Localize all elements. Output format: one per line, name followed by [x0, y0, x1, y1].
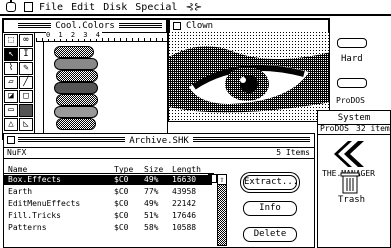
system-volume-name: ProDOS: [320, 124, 349, 133]
cell-length: 17646: [172, 211, 197, 220]
cell-size: 58%: [144, 223, 159, 232]
cell-name: Box.Effects: [8, 175, 61, 184]
arrow-tool-icon[interactable]: ↖: [4, 48, 18, 61]
polygon-tool-icon[interactable]: ◺: [19, 118, 33, 131]
cell-type: $C0: [114, 187, 129, 196]
table-row[interactable]: Box.Effects $C0 49% 16630: [4, 175, 212, 185]
menu-bar: File Edit Disk Special ⊰⊱: [0, 0, 391, 16]
delete-button[interactable]: Delete: [243, 227, 297, 242]
cell-length: 10588: [172, 223, 197, 232]
cell-size: 51%: [144, 211, 159, 220]
rect-tool-icon[interactable]: □: [19, 90, 33, 103]
table-row[interactable]: EditMenuEffects $C0 49% 22142: [4, 199, 212, 209]
horizontal-ruler: 0 1 2 3 4: [36, 31, 167, 42]
menu-disk[interactable]: Disk: [103, 2, 127, 13]
cell-name: Patterns: [8, 223, 47, 232]
system-title: System: [333, 112, 375, 123]
apple-menu-icon[interactable]: [6, 0, 16, 12]
close-box[interactable]: [173, 22, 181, 30]
brush-tool-icon[interactable]: ⌇: [4, 62, 18, 75]
cell-size: 49%: [144, 175, 159, 184]
system-info-bar: ProDOS 32 item: [318, 124, 390, 135]
cool-colors-titlebar[interactable]: Cool.Colors: [3, 19, 167, 33]
cell-length: 43958: [172, 187, 197, 196]
vertical-ruler: [36, 42, 44, 139]
system-titlebar[interactable]: System: [318, 111, 390, 125]
archive-item-count: 5 Items: [276, 148, 310, 157]
info-button[interactable]: Info: [243, 201, 297, 216]
archive-close-box[interactable]: [7, 136, 15, 144]
trash-label: Trash: [338, 195, 366, 205]
archive-titlebar[interactable]: Archive.SHK: [4, 134, 314, 148]
triangle-tool-icon[interactable]: △: [4, 118, 18, 131]
cell-name: Fill.Tricks: [8, 211, 61, 220]
clown-eye-picture: [169, 32, 329, 121]
trash-icon[interactable]: [340, 171, 360, 195]
paint-toolbox: ⬚ ∞ ↖ I ⌇ ✎ ▱ ╱ ◪ □ ▭ △ ◺: [3, 32, 35, 140]
system-item-count: 32 item: [356, 124, 390, 133]
menu-special[interactable]: Special: [135, 2, 177, 13]
cell-size: 77%: [144, 187, 159, 196]
selection-tool-icon[interactable]: ⬚: [4, 34, 18, 47]
archive-window: Archive.SHK NuFX 5 Items Name Type Size …: [3, 133, 315, 248]
color-swatch-stack: [54, 46, 114, 136]
prodos-disk-icon[interactable]: [337, 78, 367, 88]
line-tool-icon[interactable]: ╱: [19, 76, 33, 89]
cell-type: $C0: [114, 211, 129, 220]
eraser-tool-icon[interactable]: ▱: [4, 76, 18, 89]
cell-length: 22142: [172, 199, 197, 208]
extract-button[interactable]: Extract...: [243, 175, 298, 190]
menu-edit[interactable]: Edit: [71, 2, 95, 13]
cool-colors-title: Cool.Colors: [51, 21, 119, 31]
table-row[interactable]: Fill.Tricks $C0 51% 17646: [4, 211, 212, 221]
cell-type: $C0: [114, 175, 129, 184]
list-icon[interactable]: [208, 174, 217, 183]
menu-file[interactable]: File: [39, 2, 63, 13]
clown-window: Clown: [168, 18, 330, 122]
filled-rect-tool-icon[interactable]: [19, 104, 33, 117]
screen-tool-icon[interactable]: ▭: [4, 104, 18, 117]
cell-length: 16630: [172, 175, 197, 184]
cell-type: $C0: [114, 223, 129, 232]
cell-name: EditMenuEffects: [8, 199, 81, 208]
table-row[interactable]: Earth $C0 77% 43958: [4, 187, 212, 197]
hard-disk-icon[interactable]: [337, 38, 367, 48]
archive-format: NuFX: [7, 148, 27, 157]
cell-type: $C0: [114, 199, 129, 208]
scroll-up-arrow-icon[interactable]: ⇧: [218, 175, 226, 185]
clown-title: Clown: [182, 21, 218, 31]
the-manager-app-icon[interactable]: [330, 139, 370, 169]
table-row[interactable]: Patterns $C0 58% 10588: [4, 223, 212, 233]
menu-doc-icon[interactable]: [24, 2, 33, 12]
pencil-tool-icon[interactable]: ✎: [19, 62, 33, 75]
text-tool-icon[interactable]: I: [19, 48, 33, 61]
hard-disk-label: Hard: [341, 54, 363, 64]
archive-info-bar: NuFX 5 Items: [4, 147, 314, 159]
nda-menu-icon[interactable]: ⊰⊱: [185, 2, 202, 13]
cool-colors-canvas[interactable]: 0 1 2 3 4: [36, 31, 167, 139]
list-scrollbar[interactable]: ⇧: [217, 174, 227, 246]
cool-colors-window: Cool.Colors ⬚ ∞ ↖ I ⌇ ✎ ▱ ╱ ◪ □ ▭ △ ◺ 0 …: [2, 18, 168, 140]
cell-size: 49%: [144, 199, 159, 208]
cell-name: Earth: [8, 187, 33, 196]
system-window: System ProDOS 32 item THE.MANAGER Trash: [317, 110, 391, 248]
prodos-disk-label: ProDOS: [336, 96, 365, 105]
lasso-tool-icon[interactable]: ∞: [19, 34, 33, 47]
clown-titlebar[interactable]: Clown: [169, 19, 329, 33]
archive-title: Archive.SHK: [125, 135, 193, 146]
fill-tool-icon[interactable]: ◪: [4, 90, 18, 103]
clown-image: [169, 32, 329, 121]
